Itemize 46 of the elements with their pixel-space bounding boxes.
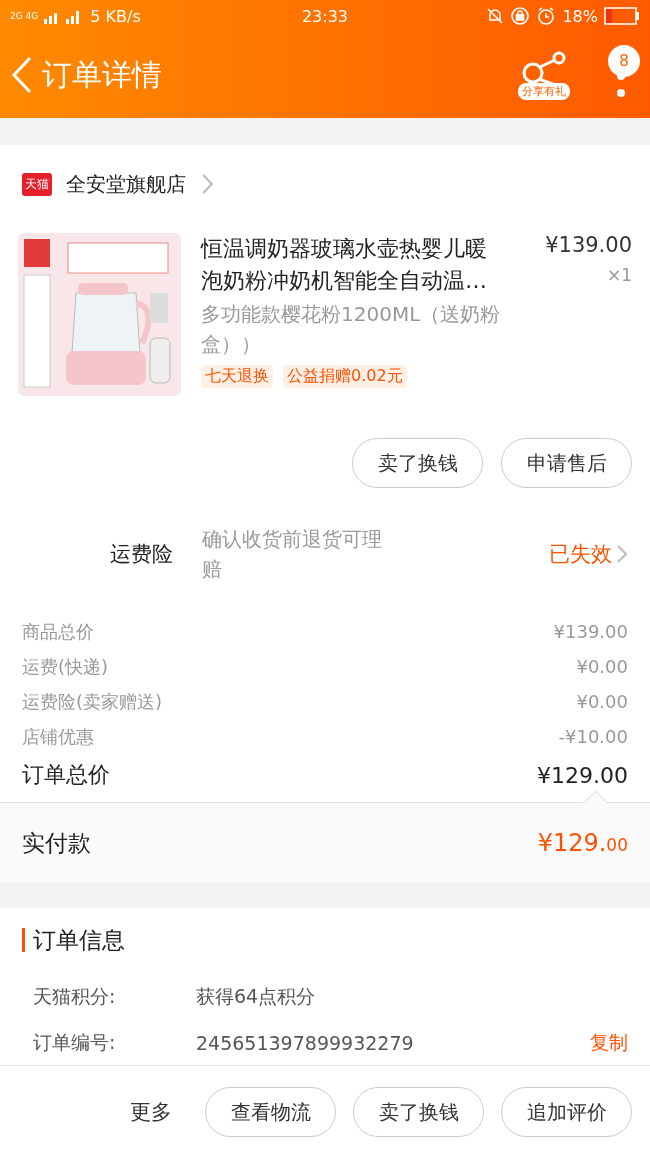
action-button[interactable]: 追加评价 <box>501 1087 632 1137</box>
clock: 23:33 <box>300 6 350 26</box>
price-label: 店铺优惠 <box>22 724 94 749</box>
page-title: 订单详情 <box>42 55 163 94</box>
battery-icon <box>604 7 640 25</box>
lock-icon <box>510 6 531 26</box>
back-icon[interactable] <box>10 55 34 95</box>
insurance-label: 运费险 <box>110 541 174 568</box>
info-value: 245651397899932279 <box>196 1032 415 1054</box>
price-label: 订单总价 <box>22 761 110 789</box>
price-label: 运费险(卖家赠送) <box>22 689 163 714</box>
notification-badge: 8 <box>608 45 640 77</box>
info-label: 天猫积分: <box>33 984 117 1009</box>
action-button[interactable]: 申请售后 <box>501 438 632 488</box>
paid-amount: ¥129.00 <box>537 829 628 857</box>
price-label: 商品总价 <box>22 619 94 644</box>
price-value: -¥10.00 <box>558 726 628 747</box>
chevron-icon[interactable] <box>200 173 214 195</box>
store-badge: 天猫 <box>22 172 52 196</box>
alarm-icon <box>536 6 557 26</box>
network-label: 2G 4G <box>10 11 39 21</box>
action-button[interactable]: 卖了换钱 <box>353 1087 484 1137</box>
insurance-description: 确认收货前退货可理赔 <box>202 526 383 583</box>
product-variant: 多功能款樱花粉1200ML（送奶粉盒）） <box>201 301 502 358</box>
battery-percent: 18% <box>562 6 598 26</box>
price-value: ¥139.00 <box>553 621 628 642</box>
product-title[interactable]: 恒温调奶器玻璃水壶热婴儿暖泡奶粉冲奶机智能全自动温… <box>201 233 506 297</box>
network-speed: 5 KB/s <box>90 6 141 26</box>
action-button[interactable]: 查看物流 <box>205 1087 336 1137</box>
price-value: ¥129.00 <box>537 762 628 788</box>
chevron-icon[interactable] <box>616 544 628 564</box>
product-price: ¥139.00 <box>545 233 632 257</box>
price-value: ¥0.00 <box>576 691 628 712</box>
price-value: ¥0.00 <box>576 656 628 677</box>
paid-label: 实付款 <box>22 828 91 858</box>
info-label: 订单编号: <box>33 1030 117 1055</box>
store-name[interactable]: 全安堂旗舰店 <box>66 170 186 198</box>
service-tag: 七天退换 <box>201 365 273 388</box>
product-quantity: ×1 <box>606 265 632 285</box>
more-link[interactable]: 更多 <box>130 1098 172 1126</box>
action-button[interactable]: 卖了换钱 <box>352 438 483 488</box>
section-title: 订单信息 <box>22 928 628 952</box>
info-value: 获得64点积分 <box>196 984 317 1009</box>
bell-muted-icon <box>486 7 505 25</box>
service-tag: 公益捐赠0.02元 <box>283 365 407 388</box>
price-label: 运费(快递) <box>22 654 109 679</box>
